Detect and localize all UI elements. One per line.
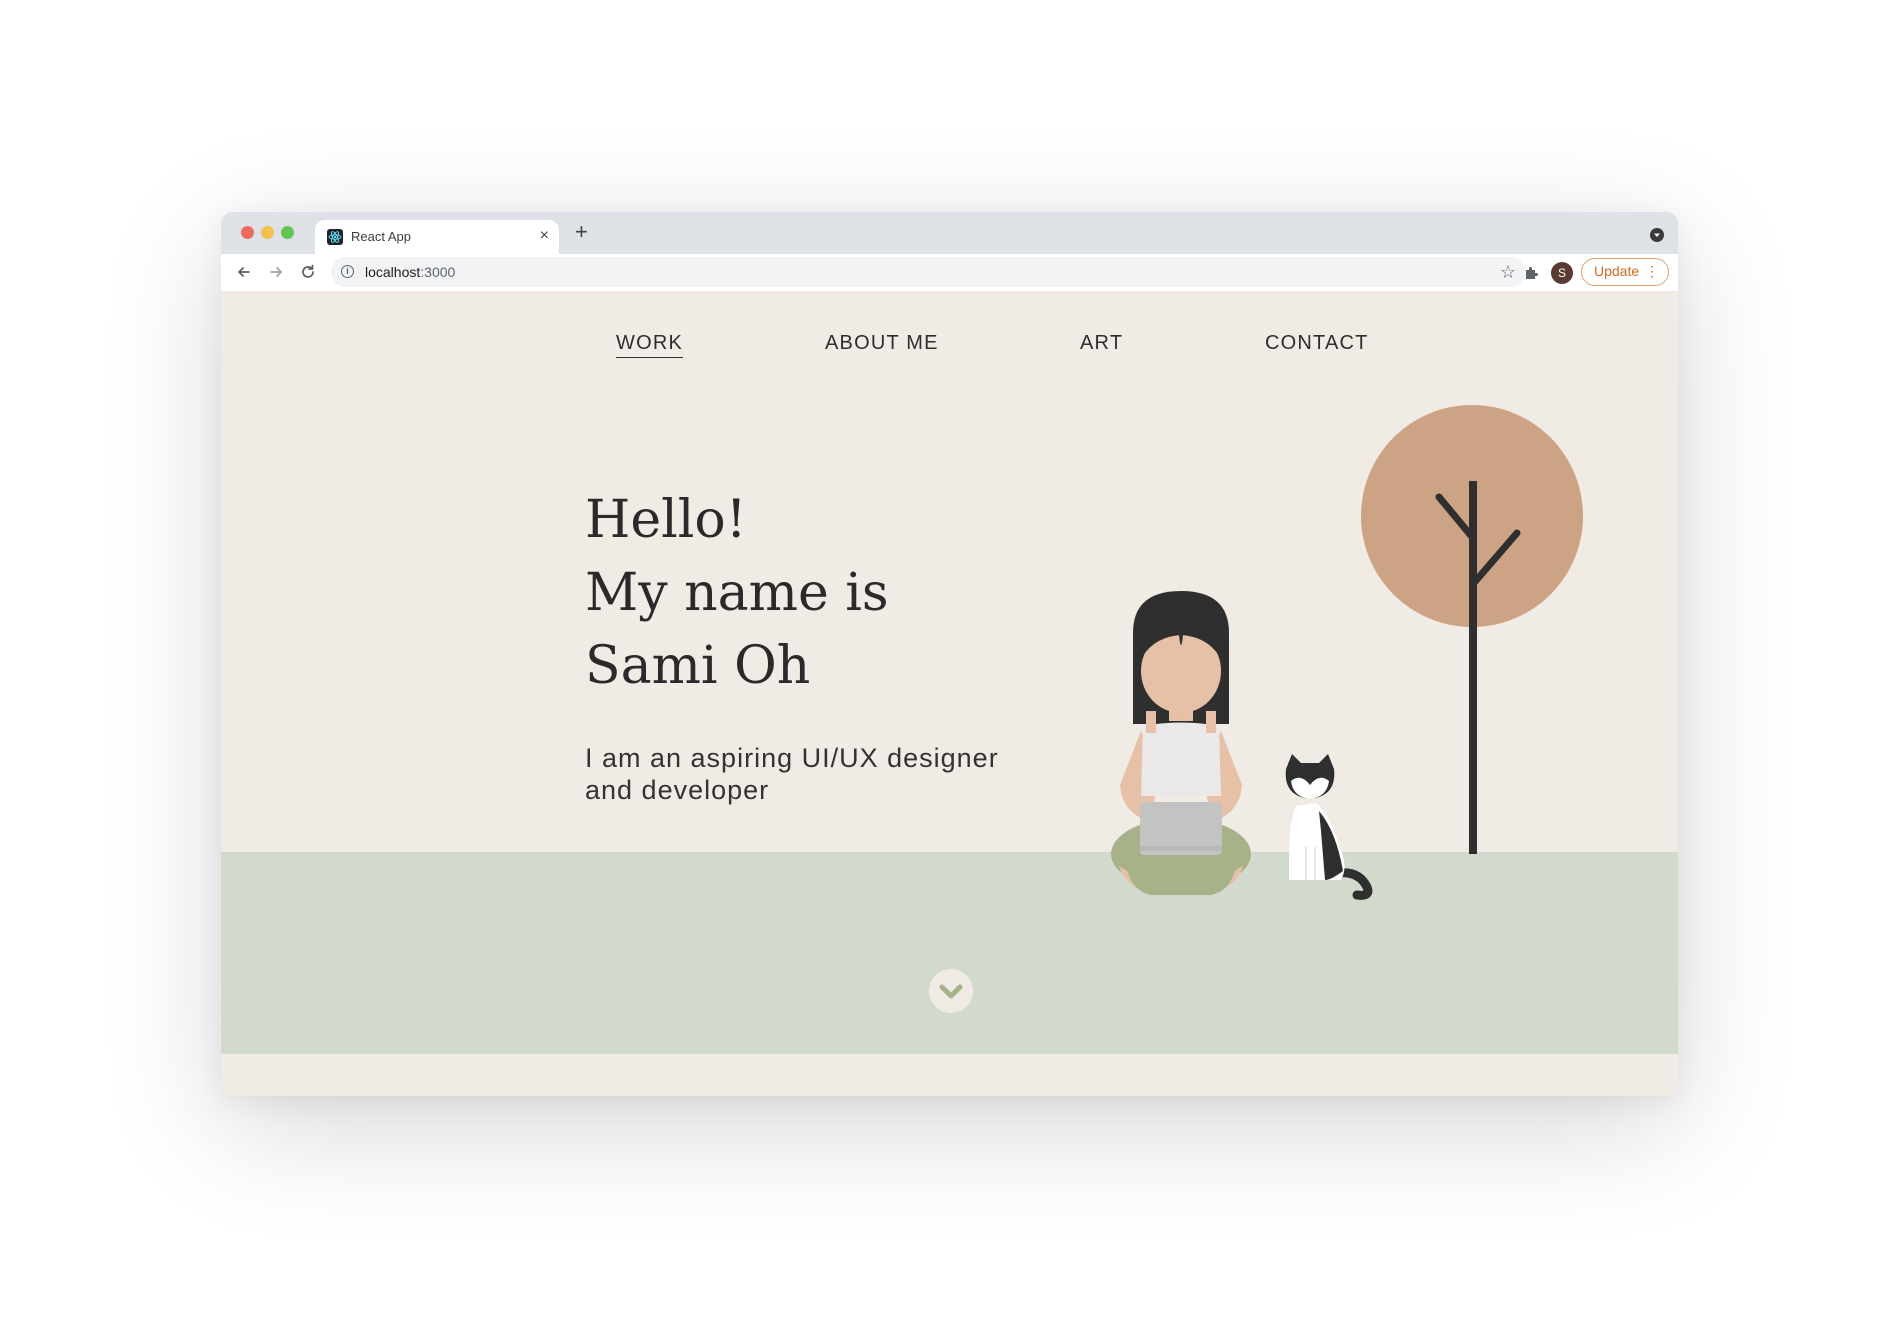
browser-window: React App × + i localhost:3000 ☆ S Updat…: [221, 212, 1678, 1096]
url-host: localhost: [365, 264, 421, 280]
chevron-down-icon: [939, 984, 963, 999]
browser-tab[interactable]: React App ×: [315, 220, 559, 254]
profile-avatar[interactable]: S: [1551, 262, 1573, 284]
page-viewport: WORK ABOUT ME ART CONTACT Hello! My name…: [221, 291, 1678, 1096]
forward-arrow-icon[interactable]: [266, 262, 286, 282]
minimize-window-button[interactable]: [261, 226, 274, 239]
tab-close-icon[interactable]: ×: [540, 226, 549, 246]
maximize-window-button[interactable]: [281, 226, 294, 239]
new-tab-button[interactable]: +: [575, 221, 588, 243]
address-bar[interactable]: i localhost:3000 ☆: [331, 257, 1526, 287]
scroll-down-button[interactable]: [929, 969, 973, 1013]
tab-search-icon[interactable]: [1650, 228, 1664, 242]
url-port: :3000: [420, 264, 456, 280]
update-button[interactable]: Update ⋮: [1581, 258, 1669, 286]
update-label: Update: [1594, 263, 1640, 279]
tab-title: React App: [351, 229, 411, 244]
back-arrow-icon[interactable]: [234, 262, 254, 282]
tree-illustration: [1361, 405, 1583, 854]
girl-illustration: [1111, 591, 1251, 895]
browser-toolbar: i localhost:3000 ☆ S Update ⋮: [221, 254, 1678, 292]
reload-icon[interactable]: [298, 262, 318, 282]
react-favicon-icon: [327, 229, 343, 245]
url-text: localhost:3000: [365, 264, 455, 280]
tab-strip: React App × +: [221, 212, 1678, 254]
extensions-puzzle-icon[interactable]: [1522, 263, 1542, 283]
bookmark-star-icon[interactable]: ☆: [1500, 262, 1516, 282]
cat-illustration: [1285, 754, 1373, 900]
close-window-button[interactable]: [241, 226, 254, 239]
site-info-icon[interactable]: i: [341, 265, 354, 278]
more-menu-icon[interactable]: ⋮: [1645, 259, 1659, 284]
